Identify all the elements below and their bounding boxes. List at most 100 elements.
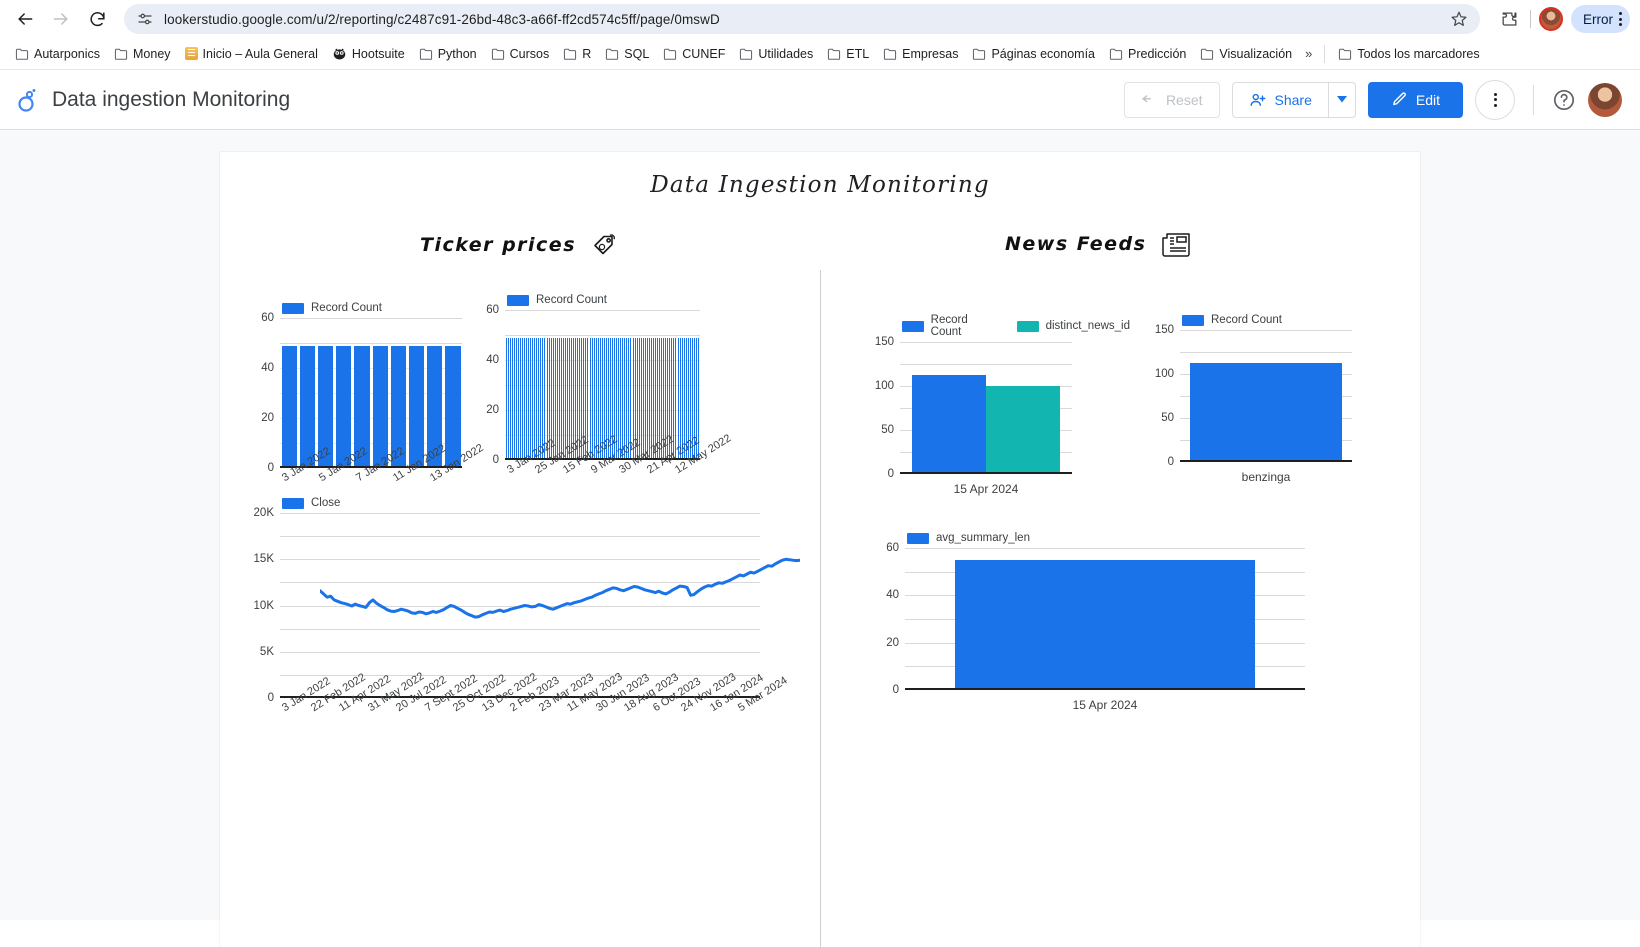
edit-button[interactable]: Edit <box>1367 81 1463 118</box>
y-axis-labels: 0 50 100 150 <box>1140 324 1174 468</box>
bookmark-autarponics[interactable]: Autarponics <box>8 44 107 64</box>
plot-area: 0 20 40 60 3 Jan 2022 25 Jan 2022 15 Feb… <box>465 304 733 476</box>
header-divider <box>1533 84 1534 115</box>
chart-news-avg-summary-len[interactable]: avg_summary_len 0 20 40 60 15 Apr 2024 <box>865 532 1355 712</box>
folder-icon <box>15 48 29 60</box>
bar <box>507 337 509 460</box>
edit-label: Edit <box>1415 91 1440 108</box>
share-button[interactable]: Share <box>1231 81 1328 118</box>
bar <box>372 345 388 468</box>
bar <box>536 337 538 460</box>
legend-swatch <box>902 320 924 332</box>
bookmark-label: SQL <box>624 46 650 61</box>
bookmark-label: Empresas <box>902 46 959 61</box>
bookmark-money[interactable]: Money <box>107 44 178 64</box>
folder-icon <box>1201 48 1214 60</box>
bookmarks-overflow-button[interactable]: » <box>1299 43 1318 64</box>
undo-icon <box>1142 95 1151 103</box>
chart-ticker-range-record-count[interactable]: Record Count 0 20 40 60 3 Jan 2022 25 Ja… <box>465 294 733 476</box>
folder-icon <box>828 48 841 60</box>
chart-news-record-vs-distinct[interactable]: Record Count distinct_news_id 0 50 100 1… <box>860 314 1130 496</box>
bar <box>564 337 566 460</box>
bar <box>560 337 562 460</box>
bookmark-label: ETL <box>846 46 870 61</box>
y-tick: 20 <box>261 411 274 424</box>
y-axis-labels: 0 20 40 60 <box>465 304 499 466</box>
bar <box>299 345 315 468</box>
bar <box>530 337 532 460</box>
error-status-pill[interactable]: Error <box>1571 5 1630 33</box>
error-label: Error <box>1583 11 1613 27</box>
extensions-puzzle-icon[interactable] <box>1496 6 1522 32</box>
bar <box>1190 363 1342 462</box>
grid-lines <box>1180 330 1352 462</box>
y-tick: 100 <box>874 379 894 392</box>
browser-chrome: lookerstudio.google.com/u/2/reporting/c2… <box>0 0 1640 70</box>
y-tick: 0 <box>267 692 274 704</box>
y-tick: 50 <box>881 423 894 436</box>
folder-icon <box>1339 48 1352 60</box>
profile-avatar[interactable] <box>1539 7 1563 31</box>
bookmark-sql[interactable]: SQL <box>598 44 656 64</box>
bar <box>281 345 297 468</box>
person-add-icon <box>1250 93 1265 106</box>
y-tick: 50 <box>1161 411 1174 424</box>
chart-news-source-record-count[interactable]: Record Count 0 50 100 150 benzinga <box>1140 314 1410 484</box>
bar <box>519 337 521 460</box>
chrome-menu-kebab-icon[interactable] <box>1619 12 1622 26</box>
bar <box>620 337 622 460</box>
bookmark-hootsuite[interactable]: Hootsuite <box>325 44 412 64</box>
more-options-button[interactable] <box>1475 79 1515 120</box>
bar <box>556 337 558 460</box>
legend-swatch <box>1016 320 1039 332</box>
bar <box>528 337 529 460</box>
y-axis-labels: 0 5K 10K 15K 20K <box>240 507 274 704</box>
folder-icon <box>419 48 432 60</box>
y-tick: 60 <box>261 312 274 324</box>
x-tick: benzinga <box>1241 470 1291 484</box>
bookmark-etl[interactable]: ETL <box>820 44 876 64</box>
share-button-group: Share <box>1231 81 1356 118</box>
grid-lines <box>280 513 760 698</box>
y-tick: 20 <box>886 636 899 649</box>
address-bar[interactable]: lookerstudio.google.com/u/2/reporting/c2… <box>124 4 1480 34</box>
help-circle-icon[interactable] <box>1552 88 1576 112</box>
url-text[interactable]: lookerstudio.google.com/u/2/reporting/c2… <box>164 12 1440 27</box>
bookmark-prediccion[interactable]: Predicción <box>1102 44 1193 64</box>
reload-icon[interactable] <box>82 4 112 34</box>
bookmark-python[interactable]: Python <box>412 44 484 64</box>
legend-item: Record Count <box>507 294 607 306</box>
bookmark-cursos[interactable]: Cursos <box>484 44 557 64</box>
bookmark-label: Visualización <box>1219 46 1293 61</box>
y-axis-labels: 0 20 40 60 <box>240 312 274 474</box>
x-axis-labels: 3 Jan 2022 22 Feb 2022 11 Apr 2022 31 May 2… <box>280 670 790 758</box>
bookmark-visualizacion[interactable]: Visualización <box>1193 44 1299 64</box>
back-arrow-icon[interactable] <box>10 4 40 34</box>
newspaper-icon <box>1162 233 1191 257</box>
site-settings-icon[interactable] <box>136 10 154 28</box>
y-tick: 0 <box>892 684 899 696</box>
bookmark-cunef[interactable]: CUNEF <box>656 44 732 64</box>
all-bookmarks-button[interactable]: Todos los marcadores <box>1331 44 1486 64</box>
section-label: News Feeds <box>1005 233 1147 255</box>
legend-label: Close <box>311 497 341 509</box>
reset-button[interactable]: Reset <box>1123 81 1220 118</box>
bar <box>562 337 564 460</box>
chart-ticker-daily-record-count[interactable]: Record Count 0 20 40 60 3 Jan 2022 5 Jan… <box>240 302 490 484</box>
page-title: Data ingestion Monitoring <box>52 87 291 111</box>
share-dropdown-button[interactable] <box>1327 81 1356 118</box>
chart-ticker-close-price[interactable]: Close 0 5K 10K 15K 20K 3 Jan 2022 22 Feb… <box>240 497 800 714</box>
bar <box>532 337 534 460</box>
y-axis-labels: 0 50 100 150 <box>860 336 894 480</box>
legend-swatch <box>282 497 304 509</box>
legend-label: Record Count <box>311 302 382 314</box>
star-icon[interactable] <box>1450 10 1468 28</box>
forward-arrow-icon[interactable] <box>46 4 76 34</box>
bookmark-r[interactable]: R <box>556 44 598 64</box>
bookmark-inicio-aula-general[interactable]: Inicio – Aula General <box>178 44 325 64</box>
bookmark-empresas[interactable]: Empresas <box>876 44 965 64</box>
bookmark-utilidades[interactable]: Utilidades <box>732 44 820 64</box>
legend-swatch <box>1182 314 1204 326</box>
bookmark-paginas-economia[interactable]: Páginas economía <box>965 44 1102 64</box>
user-avatar[interactable] <box>1588 82 1622 117</box>
